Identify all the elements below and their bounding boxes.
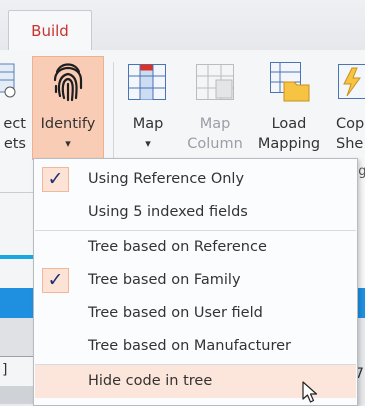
menu-item-label: Tree based on Reference <box>88 231 267 264</box>
menu-item-label: Using Reference Only <box>88 163 244 196</box>
menu-item-tree-based-on-family[interactable]: ✓ Tree based on Family <box>35 264 356 297</box>
menu-item-label: Tree based on Family <box>88 264 241 297</box>
identify-dropdown-arrow: ▾ <box>32 134 104 154</box>
tab-build[interactable]: Build <box>8 10 92 51</box>
select-sets-label-1: ect <box>0 114 32 134</box>
left-strip-row-2: ] <box>0 356 34 388</box>
left-strip-bottom <box>0 386 34 404</box>
identify-dropdown-menu: ✓ Using Reference Only Using 5 indexed f… <box>33 158 358 406</box>
fingerprint-icon <box>52 58 84 102</box>
menu-item-label: Tree based on Manufacturer <box>88 330 291 363</box>
menu-item-label: Tree based on User field <box>88 297 263 330</box>
map-dropdown-arrow: ▾ <box>116 134 180 154</box>
identify-label: Identify <box>32 114 104 134</box>
menu-item-label: Using 5 indexed fields <box>88 196 248 229</box>
checkmark-icon: ✓ <box>42 167 69 192</box>
menu-item-using-5-indexed-fields[interactable]: Using 5 indexed fields <box>35 196 356 229</box>
select-sets-button[interactable]: ect ets <box>0 50 32 200</box>
load-mapping-label-2: Mapping <box>252 134 326 154</box>
copy-sheet-label-2: She <box>330 134 365 154</box>
select-sets-label-2: ets <box>0 134 32 154</box>
map-column-label-2: Column <box>180 134 250 154</box>
left-strip-text: ] <box>2 362 7 378</box>
copy-sheet-icon <box>338 64 365 100</box>
mouse-cursor-icon <box>302 381 322 404</box>
map-table-icon <box>128 64 166 100</box>
map-label: Map <box>116 114 180 134</box>
menu-item-using-reference-only[interactable]: ✓ Using Reference Only <box>35 163 356 196</box>
left-strip-accent <box>0 255 34 259</box>
map-column-label-1: Map <box>180 114 250 134</box>
ribbon-tab-row: Build <box>0 0 365 51</box>
select-sets-icon <box>0 62 18 98</box>
left-strip-selected-row[interactable] <box>0 288 34 318</box>
menu-item-tree-based-on-user-field[interactable]: Tree based on User field <box>35 297 356 330</box>
map-column-icon <box>196 64 234 100</box>
menu-item-tree-based-on-manufacturer[interactable]: Tree based on Manufacturer <box>35 330 356 363</box>
load-mapping-icon <box>270 62 310 102</box>
left-strip-top <box>0 192 34 289</box>
left-strip-row <box>0 318 34 356</box>
menu-item-tree-based-on-reference[interactable]: Tree based on Reference <box>35 231 356 264</box>
load-mapping-label-1: Load <box>252 114 326 134</box>
checkmark-icon: ✓ <box>42 268 69 293</box>
menu-item-label: Hide code in tree <box>88 365 212 398</box>
copy-sheet-label-1: Cop <box>330 114 365 134</box>
ribbon-separator <box>113 62 114 162</box>
